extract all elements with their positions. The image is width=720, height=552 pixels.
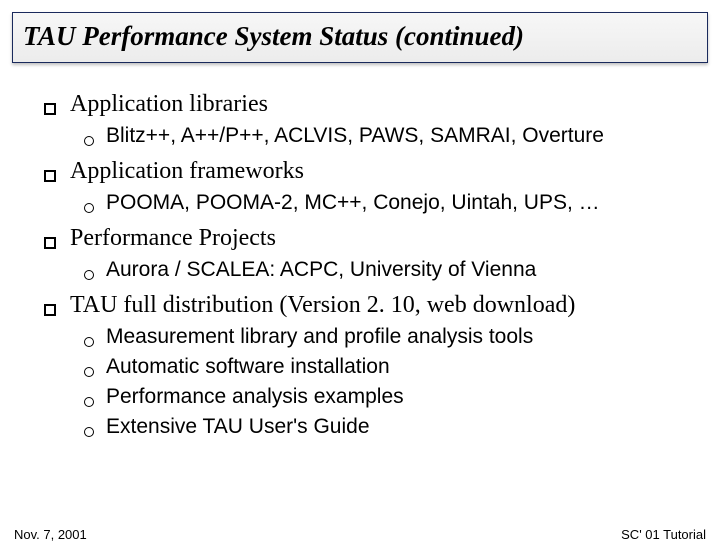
item-text: POOMA, POOMA-2, MC++, Conejo, Uintah, UP… [106,191,600,215]
list-item: Blitz++, A++/P++, ACLVIS, PAWS, SAMRAI, … [84,124,700,148]
list-item: Aurora / SCALEA: ACPC, University of Vie… [84,258,700,282]
section-heading: Application frameworks [44,158,700,185]
item-text: Extensive TAU User's Guide [106,415,370,439]
heading-text: Application libraries [70,91,268,118]
item-text: Aurora / SCALEA: ACPC, University of Vie… [106,258,536,282]
heading-text: Performance Projects [70,225,276,252]
section-heading: TAU full distribution (Version 2. 10, we… [44,292,700,319]
square-bullet-icon [44,237,56,249]
square-bullet-icon [44,170,56,182]
heading-text: TAU full distribution (Version 2. 10, we… [70,292,575,319]
circle-bullet-icon [84,203,94,213]
square-bullet-icon [44,304,56,316]
square-bullet-icon [44,103,56,115]
list-item: Performance analysis examples [84,385,700,409]
item-text: Automatic software installation [106,355,390,379]
item-text: Performance analysis examples [106,385,404,409]
circle-bullet-icon [84,337,94,347]
list-item: POOMA, POOMA-2, MC++, Conejo, Uintah, UP… [84,191,700,215]
slide-content: Application libraries Blitz++, A++/P++, … [0,63,720,439]
item-text: Blitz++, A++/P++, ACLVIS, PAWS, SAMRAI, … [106,124,604,148]
list-item: Automatic software installation [84,355,700,379]
section-heading: Performance Projects [44,225,700,252]
section-heading: Application libraries [44,91,700,118]
title-box: TAU Performance System Status (continued… [12,12,708,63]
circle-bullet-icon [84,397,94,407]
list-item: Extensive TAU User's Guide [84,415,700,439]
circle-bullet-icon [84,427,94,437]
circle-bullet-icon [84,270,94,280]
list-item: Measurement library and profile analysis… [84,325,700,349]
circle-bullet-icon [84,367,94,377]
heading-text: Application frameworks [70,158,304,185]
circle-bullet-icon [84,136,94,146]
slide-title: TAU Performance System Status (continued… [23,21,697,52]
item-text: Measurement library and profile analysis… [106,325,533,349]
